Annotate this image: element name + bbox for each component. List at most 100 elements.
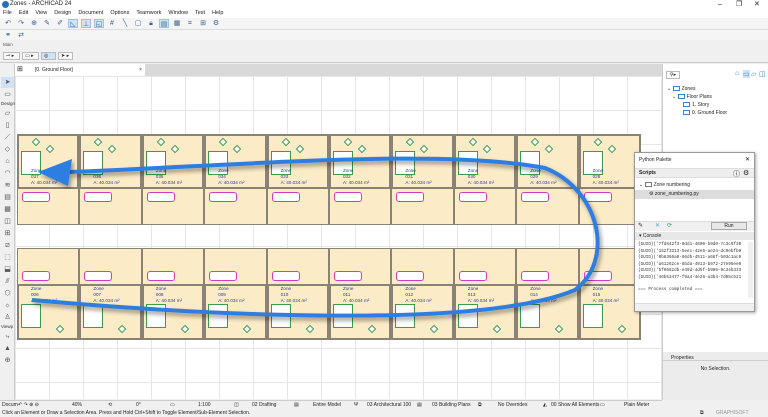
marquee-tool[interactable]: ◎ — [41, 52, 56, 60]
menu-view[interactable]: View — [35, 9, 47, 18]
window-icon[interactable]: ⧉ — [700, 409, 704, 417]
eyedropper-icon[interactable]: ✎ — [42, 19, 52, 28]
run-button[interactable]: Run — [711, 222, 747, 230]
door-icon[interactable]: ◫ — [1, 216, 14, 227]
guide-lines-icon[interactable]: ⊥ — [81, 19, 91, 28]
pen-set[interactable]: 03 Architectural 100 — [367, 401, 411, 409]
arrow-tool[interactable]: ➤ ▸ — [58, 52, 73, 60]
menu-options[interactable]: Options — [110, 9, 129, 18]
arrow-tool-icon[interactable]: ➤ — [1, 77, 14, 88]
railing-icon[interactable]: ⫻ — [1, 276, 14, 287]
tab-ground-floor[interactable]: ⊞ [0. Ground Floor] × — [15, 64, 145, 76]
tree-item-floor-plans[interactable]: ⌄ Floor Plans — [672, 94, 712, 100]
layer-combination[interactable]: 02 Drafting — [252, 401, 276, 409]
model-view-icon[interactable]: ▤ — [294, 401, 299, 409]
selection-method[interactable]: ⇀ ▸ — [3, 52, 20, 60]
syringe-icon[interactable]: ✐ — [55, 19, 65, 28]
layers-icon[interactable]: ▤ — [159, 19, 169, 28]
menu-edit[interactable]: Edit — [19, 9, 28, 18]
renovation-icon[interactable]: ◭ — [543, 401, 547, 409]
tree-item-ground-floor[interactable]: 0. Ground Floor — [683, 110, 727, 116]
menu-window[interactable]: Window — [168, 9, 188, 18]
project-map-icon[interactable]: ⌂ — [735, 70, 739, 77]
script-folder[interactable]: ⌄ Zone numbering — [639, 182, 690, 188]
publisher-icon[interactable]: ◫ — [759, 70, 766, 78]
send-receive-icon[interactable]: ⇄ — [16, 31, 26, 40]
rectangle-icon[interactable]: ▢ — [133, 19, 143, 28]
override-icon[interactable]: ⧉ — [478, 401, 482, 409]
settings-icon[interactable]: ⚙ — [743, 169, 749, 177]
minimize-button[interactable]: – — [718, 0, 722, 9]
wall-icon[interactable]: ▱ — [1, 108, 14, 119]
scale-icon[interactable]: ▭ — [170, 401, 175, 409]
dimension-standard[interactable]: Plain Meter — [624, 401, 649, 409]
stop-icon[interactable]: ✕ — [655, 222, 660, 229]
tree-item-zones[interactable]: ⌄ Zones — [667, 86, 696, 92]
gear-icon[interactable]: ⚙ — [211, 19, 221, 28]
stair-icon[interactable]: ▤ — [1, 192, 14, 203]
angle-value[interactable]: 0° — [136, 401, 141, 409]
dimension-icon[interactable]: ▭ — [600, 401, 605, 409]
redo-icon[interactable]: ↷ — [16, 19, 26, 28]
roof-icon[interactable]: ⌂ — [1, 156, 14, 167]
tab-grid-icon[interactable]: ⊞ — [17, 64, 23, 76]
column-icon[interactable]: ▯ — [1, 120, 14, 131]
view-map-icon[interactable]: ▭ — [743, 70, 750, 78]
marquee-icon[interactable]: ▭ — [1, 89, 14, 100]
edit-script-icon[interactable]: ✎ — [638, 222, 643, 229]
zoom-value[interactable]: 40% — [72, 401, 82, 409]
shell-icon[interactable]: ◠ — [1, 168, 14, 179]
skylight-icon[interactable]: ⧄ — [1, 240, 14, 251]
model-view[interactable]: Entire Model — [313, 401, 341, 409]
slab-icon[interactable]: ◇ — [1, 144, 14, 155]
mvo-icon[interactable]: ▤ — [417, 401, 422, 409]
reload-icon[interactable]: ⟳ — [667, 222, 672, 229]
line-icon[interactable]: ╲ — [120, 19, 130, 28]
table-icon[interactable]: ▦ — [172, 19, 182, 28]
navigator-dropdown[interactable]: ⚲▸ — [666, 71, 680, 79]
zoom-back-icon[interactable]: ↶ ↷ ⊕ ⊖ — [18, 401, 39, 409]
undo-icon[interactable]: ↶ — [3, 19, 13, 28]
curtain-wall-icon[interactable]: ▦ — [1, 204, 14, 215]
maximize-button[interactable]: ❐ — [736, 0, 742, 9]
mesh-icon[interactable]: ≋ — [1, 180, 14, 191]
grid-icon[interactable]: # — [107, 19, 117, 28]
floor-plan-canvas[interactable]: Zone037A: 40.034 m²Zone006A: 40.034 m²Zo… — [15, 76, 662, 399]
layers-icon[interactable]: ◫ — [234, 401, 239, 409]
group-icon[interactable]: ⊞ — [198, 19, 208, 28]
scale-value[interactable]: 1:100 — [198, 401, 211, 409]
graphic-override[interactable]: No Overrides — [498, 401, 527, 409]
menu-design[interactable]: Design — [54, 9, 71, 18]
section-icon[interactable]: ⤷ — [1, 331, 14, 342]
pen-set-icon[interactable]: Ψ — [354, 401, 358, 409]
snap-points-icon[interactable]: ◱ — [94, 19, 104, 28]
geometry-method[interactable]: ▭ ▸ — [22, 52, 39, 60]
menu-test[interactable]: Test — [195, 9, 205, 18]
elevation-icon[interactable]: ▲ — [1, 343, 14, 354]
menu-help[interactable]: Help — [212, 9, 223, 18]
teamwork-icon[interactable]: ⚭ — [3, 31, 13, 40]
menu-file[interactable]: File — [3, 9, 12, 18]
palette-close-button[interactable]: ✕ — [745, 156, 750, 163]
lamp-icon[interactable]: ☼ — [1, 300, 14, 311]
rotate-icon[interactable]: ⟲ — [108, 401, 112, 409]
beam-icon[interactable]: ⟋ — [1, 132, 14, 143]
morph-icon[interactable]: ⬡ — [1, 288, 14, 299]
model-view-options[interactable]: 03 Building Plans — [432, 401, 471, 409]
tree-item-story-1[interactable]: 1. Story — [683, 102, 709, 108]
horizontal-scrollbar[interactable] — [635, 303, 754, 311]
zone-icon[interactable]: ⬓ — [1, 264, 14, 275]
renovation-filter[interactable]: 00 Show All Elements — [551, 401, 599, 409]
close-button[interactable]: ✕ — [754, 0, 760, 9]
object-icon[interactable]: ⬚ — [1, 252, 14, 263]
pick-up-icon[interactable]: ⊕ — [29, 19, 39, 28]
snap-guides-icon[interactable]: ◺ — [68, 19, 78, 28]
lock-icon[interactable]: 🔒︎ — [146, 19, 156, 28]
menu-document[interactable]: Document — [78, 9, 103, 18]
tab-close-button[interactable]: × — [139, 64, 142, 76]
trim-icon[interactable]: ⌗ — [185, 19, 195, 28]
menu-teamwork[interactable]: Teamwork — [136, 9, 161, 18]
console-scrollbar[interactable] — [748, 242, 753, 298]
figure-icon[interactable]: ♙ — [1, 312, 14, 323]
script-item[interactable]: ⚙ zone_numbering.py — [649, 191, 699, 197]
